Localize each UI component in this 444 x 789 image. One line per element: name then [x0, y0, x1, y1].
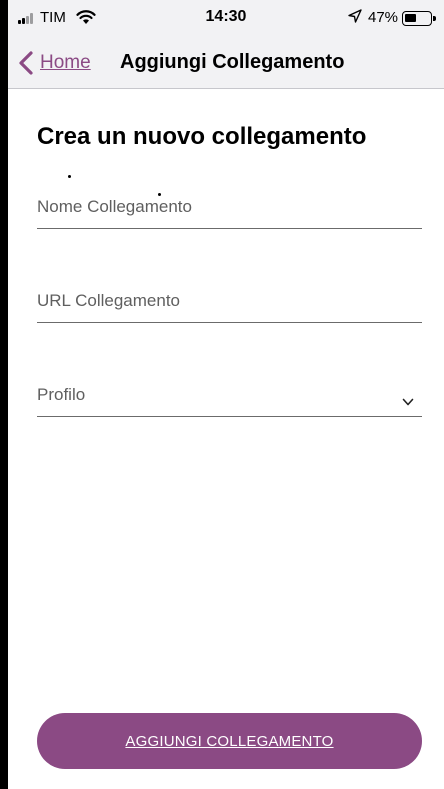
page-title: Aggiungi Collegamento — [120, 51, 345, 73]
add-link-button-label: AGGIUNGI COLLEGAMENTO — [125, 732, 334, 750]
screen: TIM 14:30 47% Home Aggiungi Collegamento — [0, 0, 444, 789]
chevron-left-icon — [19, 51, 33, 75]
battery-level — [405, 14, 416, 22]
battery-cap — [433, 16, 436, 21]
profile-select[interactable]: Profilo — [37, 373, 422, 417]
link-name-placeholder: Nome Collegamento — [37, 197, 192, 216]
battery-icon — [402, 11, 432, 26]
battery-percent: 47% — [368, 9, 399, 26]
profile-placeholder: Profilo — [37, 385, 86, 404]
link-name-field[interactable]: Nome Collegamento — [37, 185, 422, 229]
link-url-field[interactable]: URL Collegamento — [37, 279, 422, 323]
main-content: Crea un nuovo collegamento Nome Collegam… — [8, 89, 444, 789]
status-bar: TIM 14:30 47% — [8, 0, 444, 36]
screen-edge — [0, 0, 8, 789]
back-button[interactable]: Home — [16, 48, 91, 78]
chevron-down-icon — [402, 398, 414, 406]
form-heading: Crea un nuovo collegamento — [37, 123, 367, 150]
add-link-button[interactable]: AGGIUNGI COLLEGAMENTO — [37, 713, 422, 769]
back-button-label: Home — [40, 52, 91, 73]
location-arrow-icon — [348, 9, 362, 26]
navigation-bar: Home Aggiungi Collegamento — [8, 36, 444, 89]
screen-speck — [68, 175, 71, 178]
link-url-placeholder: URL Collegamento — [37, 291, 180, 310]
